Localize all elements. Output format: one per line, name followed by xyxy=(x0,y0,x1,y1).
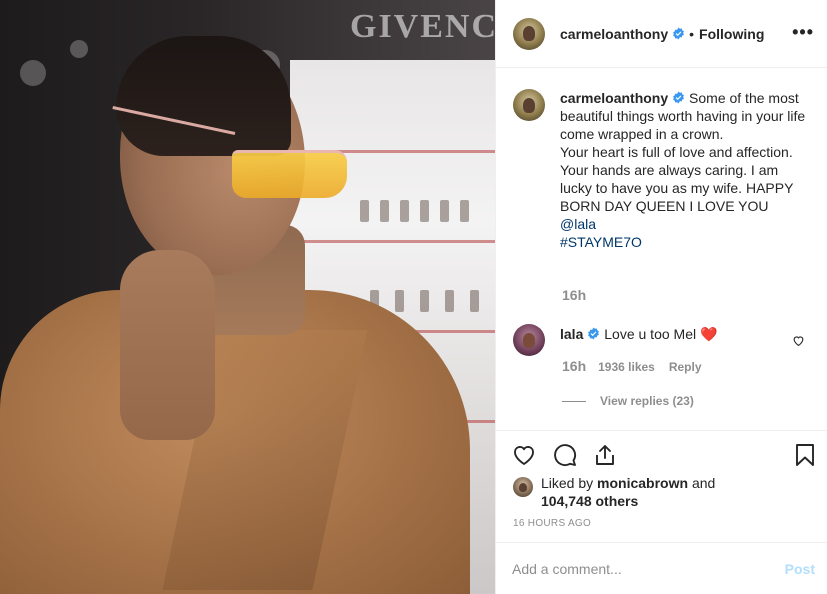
post-side-panel: carmeloanthony • Following ••• carmeloan… xyxy=(495,0,827,594)
likes-prefix: Liked by xyxy=(541,475,598,491)
bottle xyxy=(395,290,404,312)
comment-time[interactable]: 16h xyxy=(562,358,586,374)
avatar[interactable] xyxy=(513,477,533,497)
comment-body: Love u too Mel xyxy=(604,326,697,342)
post-button[interactable]: Post xyxy=(785,561,815,577)
heart-icon[interactable] xyxy=(512,443,536,467)
bottle xyxy=(360,200,369,222)
view-replies-label: View replies (23) xyxy=(600,394,694,408)
view-replies-button[interactable]: View replies (23) xyxy=(562,394,694,408)
likes-summary: Liked by monicabrown and 104,748 others xyxy=(513,474,715,510)
bottle xyxy=(380,200,389,222)
likes-count[interactable]: 104,748 others xyxy=(541,493,638,509)
caption: carmeloanthony Some of the most beautifu… xyxy=(513,89,818,251)
comment-meta: 16h 1936 likes Reply xyxy=(562,358,702,374)
bottle xyxy=(420,290,429,312)
hair xyxy=(116,36,291,156)
caption-username[interactable]: carmeloanthony xyxy=(560,90,668,106)
likes-summary-text: Liked by monicabrown and 104,748 others xyxy=(541,474,715,510)
add-comment-bar: Post xyxy=(496,542,827,594)
reply-button[interactable]: Reply xyxy=(669,360,702,374)
bottle xyxy=(470,290,479,312)
bottle xyxy=(400,200,409,222)
comment-input[interactable] xyxy=(512,560,785,577)
bookmark-icon[interactable] xyxy=(793,443,817,467)
avatar[interactable] xyxy=(513,17,545,50)
bokeh-light xyxy=(20,60,46,86)
verified-badge-icon xyxy=(588,327,600,340)
comment-like-heart-icon[interactable] xyxy=(792,334,805,347)
yellow-sunglasses xyxy=(232,150,347,198)
comment: lala Love u too Mel ❤️ xyxy=(513,324,818,356)
post-photo[interactable]: GIVENCHY xyxy=(0,0,495,594)
bottle xyxy=(460,200,469,222)
caption-text: carmeloanthony Some of the most beautifu… xyxy=(560,89,806,251)
share-icon[interactable] xyxy=(593,443,617,467)
verified-badge-icon xyxy=(673,27,685,40)
action-bar xyxy=(496,430,827,476)
comment-text: lala Love u too Mel ❤️ xyxy=(560,324,717,356)
bokeh-light xyxy=(70,40,88,58)
mention-link[interactable]: @lala xyxy=(560,216,596,232)
more-options-icon[interactable]: ••• xyxy=(792,22,814,43)
post-timestamp[interactable]: 16 HOURS AGO xyxy=(513,518,591,529)
bottle xyxy=(440,200,449,222)
divider-line xyxy=(562,400,586,402)
store-sign: GIVENCHY xyxy=(350,8,495,45)
post-header: carmeloanthony • Following ••• xyxy=(496,0,827,68)
shelf xyxy=(300,240,495,243)
avatar[interactable] xyxy=(513,324,545,356)
verified-badge-icon xyxy=(673,91,685,104)
header-username[interactable]: carmeloanthony xyxy=(560,26,668,42)
red-heart-emoji: ❤️ xyxy=(699,326,718,342)
liked-by-user[interactable]: monicabrown xyxy=(597,475,688,491)
hashtag-link[interactable]: #STAYME7O xyxy=(560,234,642,250)
bottle xyxy=(445,290,454,312)
caption-time[interactable]: 16h xyxy=(562,287,586,303)
caption-line-2: Your heart is full of love and affection… xyxy=(560,144,794,214)
following-button[interactable]: Following xyxy=(699,26,764,42)
comment-likes-count[interactable]: 1936 likes xyxy=(598,360,655,374)
comment-icon[interactable] xyxy=(553,443,577,467)
raised-hand xyxy=(120,250,215,440)
avatar[interactable] xyxy=(513,89,545,121)
bottle xyxy=(420,200,429,222)
separator-dot: • xyxy=(689,25,695,42)
comment-username[interactable]: lala xyxy=(560,326,583,342)
likes-and: and xyxy=(688,475,716,491)
